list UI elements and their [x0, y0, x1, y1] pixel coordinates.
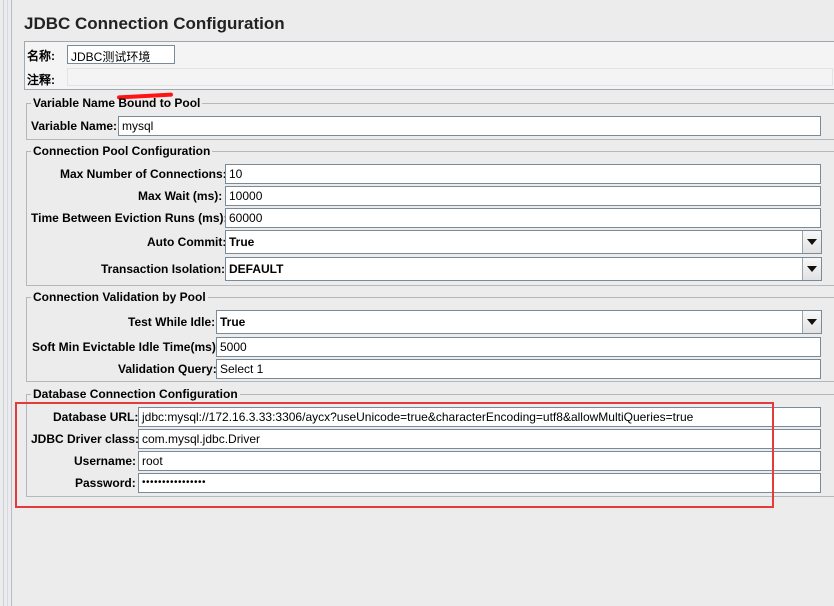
auto-commit-value: True — [229, 235, 255, 249]
isolation-value: DEFAULT — [229, 262, 284, 276]
test-idle-label: Test While Idle: — [128, 315, 216, 329]
isolation-label: Transaction Isolation: — [101, 262, 226, 276]
highlight-annotation — [15, 402, 774, 508]
max-wait-label: Max Wait (ms): — [138, 189, 223, 203]
test-idle-select[interactable]: True — [216, 310, 822, 334]
name-comment-box: 名称: JDBC测试环境 注释: — [24, 41, 834, 100]
chevron-down-icon[interactable] — [802, 311, 821, 333]
page-title: JDBC Connection Configuration — [24, 14, 285, 33]
variable-pool-legend: Variable Name Bound to Pool — [33, 96, 201, 110]
comment-label: 注释: — [27, 73, 55, 87]
pool-config-legend: Connection Pool Configuration — [33, 144, 211, 158]
validation-legend: Connection Validation by Pool — [33, 290, 206, 304]
name-field[interactable]: JDBC测试环境 — [67, 45, 175, 64]
database-legend: Database Connection Configuration — [33, 387, 238, 401]
chevron-down-icon[interactable] — [802, 258, 821, 280]
jdbc-config-panel: JDBC Connection Configuration 名称: JDBC测试… — [14, 0, 834, 606]
name-label: 名称: — [27, 49, 55, 63]
validation-query-label: Validation Query: — [118, 362, 217, 376]
soft-min-field[interactable]: 5000 — [216, 337, 821, 357]
max-connections-field[interactable]: 10 — [225, 164, 821, 184]
max-connections-label: Max Number of Connections: — [60, 167, 227, 181]
auto-commit-label: Auto Commit: — [147, 235, 227, 249]
isolation-select[interactable]: DEFAULT — [225, 257, 822, 281]
max-wait-field[interactable]: 10000 — [225, 186, 821, 206]
validation-query-field[interactable]: Select 1 — [216, 359, 821, 379]
eviction-field[interactable]: 60000 — [225, 208, 821, 228]
chevron-down-icon[interactable] — [802, 231, 821, 253]
soft-min-label: Soft Min Evictable Idle Time(ms): — [32, 340, 220, 354]
variable-name-field[interactable]: mysql — [118, 116, 821, 136]
variable-name-label: Variable Name: — [31, 119, 118, 133]
test-idle-value: True — [220, 315, 246, 329]
comment-field[interactable] — [67, 68, 833, 86]
eviction-label: Time Between Eviction Runs (ms): — [31, 211, 228, 225]
auto-commit-select[interactable]: True — [225, 230, 822, 254]
tree-splitter[interactable] — [0, 0, 12, 606]
